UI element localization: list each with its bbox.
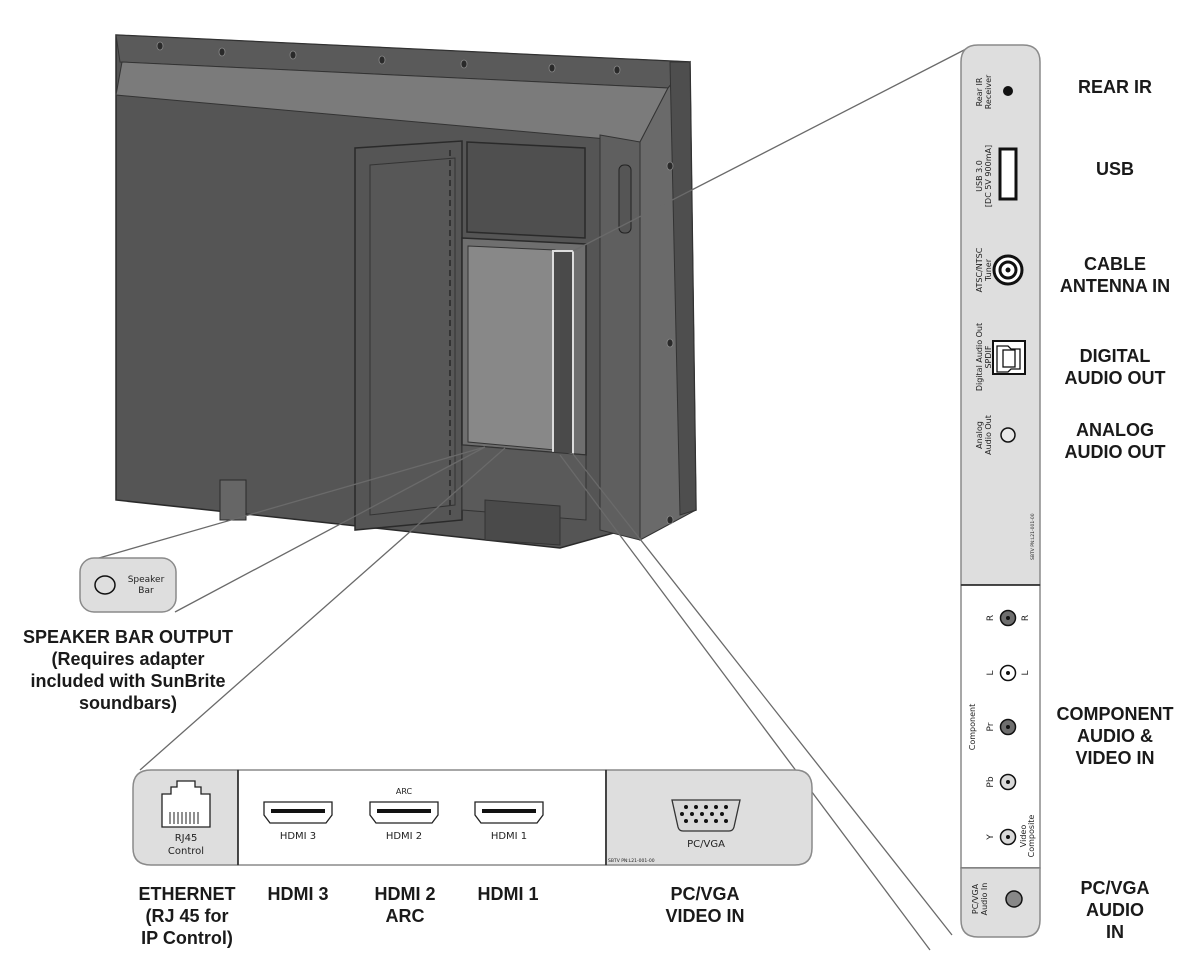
- coax-port-icon: [992, 254, 1024, 286]
- callout-ethernet: ETHERNET (RJ 45 for IP Control): [138, 884, 236, 948]
- callout-digital-audio: DIGITAL AUDIO OUT: [1064, 346, 1166, 388]
- callout-pcvga-audio: PC/VGA AUDIO IN: [1080, 878, 1150, 942]
- bottom-connection-panel: HDMI 3 HDMI 2ARCHDMI 1 RJ45 ControlPC/VGA …: [132, 769, 813, 866]
- analog-audio-jack-icon: [1000, 427, 1016, 443]
- hdmi-port-label: HDMI 1: [491, 831, 527, 842]
- pcvga-audio-panel-label: PC/VGAAudio In: [971, 883, 989, 916]
- svg-text:Pb: Pb: [986, 776, 996, 787]
- diagram-stage: R R L L Pr Pb Y Rear IRReceiver USB 3.0[DC 5V 9…: [0, 0, 1200, 968]
- callout-analog-audio: ANALOG AUDIO OUT: [1064, 420, 1166, 462]
- hdmi-arc-label: ARC: [396, 787, 413, 796]
- speaker-bar-jack-icon: [94, 575, 116, 595]
- svg-text:Y: Y: [986, 834, 996, 841]
- callout-speaker-bar: SPEAKER BAR OUTPUT (Requires adapter inc…: [22, 627, 233, 713]
- speaker-bar-panel: Speaker Bar: [79, 557, 177, 613]
- tv-rear-illustration: [115, 34, 697, 549]
- component-group-label: Component: [968, 704, 977, 750]
- usb-port-icon: [998, 147, 1018, 201]
- svg-text:R: R: [1021, 615, 1031, 621]
- callout-antenna: CABLE ANTENNA IN: [1059, 254, 1171, 296]
- hdmi-port-label: HDMI 2: [386, 831, 422, 842]
- hdmi-port-icon: [369, 801, 439, 824]
- callout-hdmi3: HDMI 3: [267, 884, 329, 904]
- optical-port-icon: [992, 340, 1026, 375]
- side-label-rear-ir: Rear IRReceiver: [975, 74, 993, 109]
- callout-hdmi1: HDMI 1: [477, 884, 539, 904]
- diagram-canvas: R RL LPrPbY Rear IRReceiverUSB 3.0[DC 5V 9…: [79, 34, 1041, 951]
- vga-port-icon: [671, 799, 741, 832]
- side-connection-panel: R RL LPrPbY Rear IRReceiverUSB 3.0[DC 5V 9…: [960, 44, 1041, 938]
- pcvga-audio-jack-icon: [1005, 890, 1023, 908]
- svg-text:Pr: Pr: [986, 722, 996, 731]
- callout-rear-ir: REAR IR: [1077, 77, 1152, 97]
- vga-panel-label: PC/VGA: [687, 839, 725, 850]
- hdmi-port-icon: [263, 801, 333, 824]
- svg-text:L: L: [986, 670, 996, 675]
- hdmi-port-icon: [474, 801, 544, 824]
- svg-text:R: R: [986, 615, 996, 621]
- callout-pcvga-video: PC/VGA VIDEO IN: [665, 884, 745, 926]
- bottom-panel-part-number: SBTV PN:L21-001-00: [608, 858, 655, 864]
- callout-usb: USB: [1095, 159, 1134, 179]
- callout-hdmi2: HDMI 2 ARC: [374, 884, 436, 926]
- svg-text:L: L: [1021, 670, 1031, 675]
- callout-component: COMPONENT AUDIO & VIDEO IN: [1056, 704, 1174, 768]
- side-panel-part-number: SBTV PN:L21-001-00: [1030, 513, 1036, 560]
- hdmi-port-label: HDMI 3: [280, 831, 316, 842]
- ir-receiver-icon: [1003, 86, 1013, 96]
